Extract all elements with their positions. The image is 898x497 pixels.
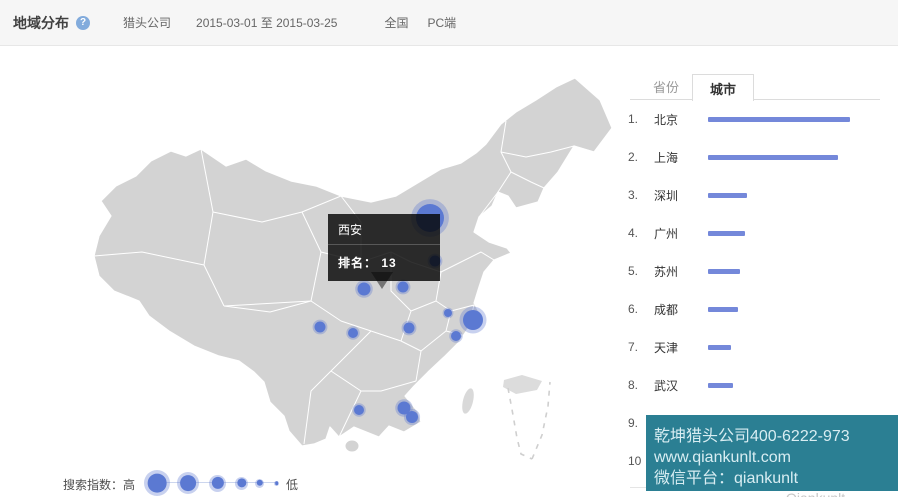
legend-bubble-core: [211, 477, 223, 489]
scs-dash-right: [532, 382, 550, 459]
page-title: 地域分布: [13, 13, 69, 33]
rank-bar: [708, 117, 850, 122]
rank-number: 1.: [628, 112, 654, 126]
city-name: 苏州: [654, 263, 708, 280]
rank-row[interactable]: 7.天津: [628, 328, 878, 366]
region-label: 全国: [384, 14, 408, 31]
rank-row[interactable]: 2.上海: [628, 138, 878, 176]
platform-label: PC端: [427, 14, 456, 31]
rank-bar: [708, 231, 745, 236]
rank-bar: [708, 155, 838, 160]
taiwan-island: [460, 387, 476, 415]
city-name: 深圳: [654, 187, 708, 204]
rank-row[interactable]: 8.武汉: [628, 366, 878, 404]
ad-line-2: www.qiankunlt.com: [654, 447, 898, 468]
rank-number: 7.: [628, 340, 654, 354]
map-tooltip: 西安 排名： 13: [328, 214, 440, 281]
legend-bubble-core: [275, 481, 279, 485]
ad-line-1: 乾坤猎头公司400-6222-973: [654, 426, 898, 447]
rank-bar: [708, 383, 733, 388]
rank-row[interactable]: 1.北京: [628, 100, 878, 138]
keyword-label: 猎头公司: [123, 14, 171, 31]
rank-number: 4.: [628, 226, 654, 240]
rank-bar: [708, 193, 747, 198]
map-bubble[interactable]: [404, 323, 415, 334]
tab-province[interactable]: 省份: [638, 74, 694, 99]
city-name: 北京: [654, 111, 708, 128]
rank-row[interactable]: 5.苏州: [628, 252, 878, 290]
rank-number: 3.: [628, 188, 654, 202]
rank-row[interactable]: 4.广州: [628, 214, 878, 252]
scs-dash-left: [508, 388, 532, 459]
map-bubble[interactable]: [315, 322, 326, 333]
legend-bubble-core: [148, 474, 167, 493]
legend-bubble: [274, 481, 279, 486]
legend-high-label: 搜索指数：高: [63, 476, 135, 493]
tooltip-city: 西安: [328, 214, 440, 245]
header-bar: 地域分布 ? 猎头公司 2015-03-01 至 2015-03-25 全国 P…: [0, 0, 898, 46]
tooltip-rank: 排名： 13: [328, 245, 440, 281]
map-bubble[interactable]: [406, 411, 418, 423]
legend-bubble: [177, 472, 199, 494]
help-icon[interactable]: ?: [76, 16, 90, 30]
city-name: 上海: [654, 149, 708, 166]
legend-bubble: [255, 479, 264, 488]
map-bubble[interactable]: [354, 405, 364, 415]
rank-number: 6.: [628, 302, 654, 316]
city-name: 广州: [654, 225, 708, 242]
tooltip-rank-label: 排名：: [338, 256, 377, 270]
rank-bar: [708, 269, 740, 274]
legend-bubble: [235, 477, 248, 490]
region-tabs: 省份 城市: [630, 74, 878, 100]
ad-overlay: 乾坤猎头公司400-6222-973 www.qiankunlt.com 微信平…: [646, 415, 898, 491]
rank-number: 2.: [628, 150, 654, 164]
city-name: 成都: [654, 301, 708, 318]
map-bubble[interactable]: [463, 310, 483, 330]
tab-city[interactable]: 城市: [692, 74, 754, 101]
rank-row[interactable]: 3.深圳: [628, 176, 878, 214]
map-bubble[interactable]: [348, 328, 358, 338]
rank-number: 8.: [628, 378, 654, 392]
city-name: 天津: [654, 339, 708, 356]
legend-bubble-core: [256, 480, 262, 486]
legend-bubble-core: [237, 478, 246, 487]
partial-watermark: Qiankunlt: [786, 491, 886, 497]
ad-line-3: 微信平台：qiankunlt: [654, 468, 898, 489]
search-index-legend: 搜索指数：高 低: [63, 469, 323, 497]
legend-bubble: [209, 475, 226, 492]
tooltip-rank-value: 13: [381, 256, 396, 270]
city-name: 武汉: [654, 377, 708, 394]
hainan-island: [346, 441, 359, 452]
legend-bubble-core: [180, 475, 196, 491]
rank-bar: [708, 345, 731, 350]
map-bubble[interactable]: [451, 331, 461, 341]
rank-row[interactable]: 6.成都: [628, 290, 878, 328]
map-bubble[interactable]: [358, 283, 371, 296]
map-bubble[interactable]: [398, 282, 409, 293]
legend-bubble: [144, 470, 170, 496]
rank-number: 5.: [628, 264, 654, 278]
date-range-label: 2015-03-01 至 2015-03-25: [196, 14, 337, 31]
legend-low-label: 低: [286, 476, 298, 493]
map-bubble[interactable]: [444, 309, 452, 317]
rank-bar: [708, 307, 738, 312]
